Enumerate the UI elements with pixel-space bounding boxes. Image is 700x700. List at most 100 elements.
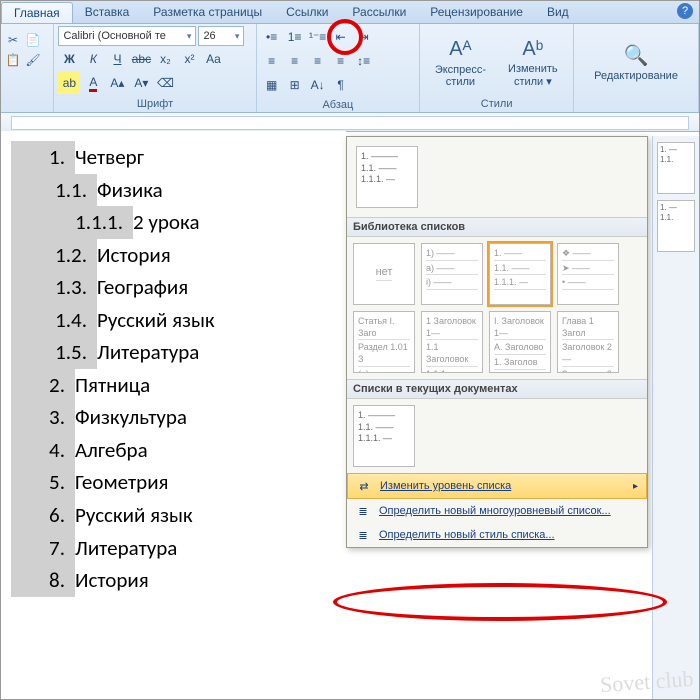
list-number: 1. (11, 141, 75, 174)
decrease-indent-button[interactable]: ⇤ (330, 26, 352, 48)
styles-gallery-icon: Aᴬ (446, 36, 474, 64)
library-thumb[interactable]: ❖ ——➤ ——• —— (557, 243, 619, 305)
align-right-button[interactable]: ≡ (307, 50, 329, 72)
tab-review[interactable]: Рецензирование (418, 2, 535, 22)
library-thumb[interactable]: 1. ——1.1. ——1.1.1. — (489, 243, 551, 305)
list-item[interactable]: 1.5.Литература (11, 336, 346, 369)
list-text: Русский язык (97, 304, 215, 337)
clear-format-button[interactable]: ⌫ (154, 72, 176, 94)
align-center-button[interactable]: ≡ (284, 50, 306, 72)
borders-button[interactable]: ⊞ (284, 74, 306, 96)
highlight-button[interactable]: ab (58, 72, 80, 94)
list-item[interactable]: 7.Литература (11, 532, 346, 565)
side-thumb-2[interactable]: 1. — 1.1. (657, 200, 695, 252)
group-editing: 🔍 Редактирование (574, 24, 699, 112)
ribbon: ✂ 📄 📋 🖌 Calibri (Основной те▾ 26▾ (1, 24, 699, 113)
library-thumb[interactable]: Глава 1 ЗаголЗаголовок 2—Заголовок 3— (557, 311, 619, 373)
tab-insert[interactable]: Вставка (73, 2, 142, 22)
tab-mailings[interactable]: Рассылки (340, 2, 418, 22)
panel-section-indoc: Списки в текущих документах (347, 379, 647, 399)
side-thumb-1[interactable]: 1. — 1.1. (657, 142, 695, 194)
shading-button[interactable]: ▦ (261, 74, 283, 96)
list-number: 4. (11, 434, 75, 467)
group-label-font: Шрифт (58, 97, 251, 112)
change-case-button[interactable]: Aa (202, 48, 224, 70)
list-number: 1.4. (11, 304, 97, 337)
superscript-button[interactable]: x² (178, 48, 200, 70)
subscript-button[interactable]: x₂ (154, 48, 176, 70)
list-item[interactable]: 6.Русский язык (11, 499, 346, 532)
list-text: Физкультура (75, 401, 187, 434)
list-item[interactable]: 5.Геометрия (11, 466, 346, 499)
list-item[interactable]: 1.Четверг (11, 141, 346, 174)
grow-font-button[interactable]: A▴ (106, 72, 128, 94)
list-number: 5. (11, 466, 75, 499)
font-name-combo[interactable]: Calibri (Основной те▾ (58, 26, 196, 46)
list-number: 1.2. (11, 239, 97, 272)
help-icon[interactable]: ? (677, 3, 693, 19)
editing-button[interactable]: 🔍 Редактирование (578, 26, 694, 97)
align-left-button[interactable]: ≡ (261, 50, 283, 72)
list-item[interactable]: 2.Пятница (11, 369, 346, 402)
menu-define-multilevel[interactable]: ≣ Определить новый многоуровневый список… (347, 499, 647, 523)
group-font: Calibri (Основной те▾ 26▾ Ж К Ч abc x₂ x… (54, 24, 256, 112)
group-label-clipboard (5, 97, 49, 112)
library-thumb[interactable]: I. Заголовок 1—A. Заголово1. Заголов (489, 311, 551, 373)
increase-indent-button[interactable]: ⇥ (353, 26, 375, 48)
font-color-button[interactable]: A (82, 72, 104, 94)
numbering-button[interactable]: 1≡ (284, 26, 306, 48)
italic-button[interactable]: К (82, 48, 104, 70)
side-pane: 1. — 1.1. 1. — 1.1. (652, 136, 699, 699)
quick-styles-button[interactable]: Aᴬ Экспресс-стили (424, 26, 496, 97)
list-item[interactable]: 8.История (11, 564, 346, 597)
format-painter-icon[interactable]: 🖌 (25, 52, 41, 68)
font-size-combo[interactable]: 26▾ (198, 26, 244, 46)
group-label-styles: Стили (424, 97, 569, 112)
list-item[interactable]: 1.3.География (11, 271, 346, 304)
font-size-value: 26 (203, 30, 215, 42)
multilevel-list-button[interactable]: ¹⁻≡ (307, 26, 329, 48)
group-label-editing (578, 97, 694, 112)
library-thumb[interactable]: 1) ——a) ——i) —— (421, 243, 483, 305)
list-text: Пятница (75, 369, 150, 402)
show-marks-button[interactable]: ¶ (330, 74, 352, 96)
group-label-paragraph: Абзац (261, 98, 416, 113)
submenu-arrow-icon: ▸ (633, 481, 638, 492)
list-item[interactable]: 4.Алгебра (11, 434, 346, 467)
library-thumb[interactable]: нет (353, 243, 415, 305)
list-item[interactable]: 1.1.Физика (11, 174, 346, 207)
tab-page-layout[interactable]: Разметка страницы (141, 2, 274, 22)
tab-references[interactable]: Ссылки (274, 2, 340, 22)
tab-home[interactable]: Главная (1, 2, 73, 23)
underline-button[interactable]: Ч (106, 48, 128, 70)
change-styles-button[interactable]: Aᵇ Изменить стили ▾ (497, 26, 569, 97)
list-item[interactable]: 1.1.1.2 урока (11, 206, 346, 239)
list-text: Четверг (75, 141, 144, 174)
tab-view[interactable]: Вид (535, 2, 581, 22)
menu-define-multi-label: Определить новый многоуровневый список..… (379, 505, 611, 517)
justify-button[interactable]: ≡ (330, 50, 352, 72)
menu-change-list-level[interactable]: ⇄ Изменить уровень списка ▸ (347, 473, 647, 499)
panel-current-list: 1. ——— 1.1. —— 1.1.1. — (347, 137, 647, 217)
current-list-thumb[interactable]: 1. ——— 1.1. —— 1.1.1. — (356, 146, 418, 208)
list-number: 6. (11, 499, 75, 532)
copy-icon[interactable]: 📄 (25, 32, 41, 48)
bold-button[interactable]: Ж (58, 48, 80, 70)
multilevel-list-panel: 1. ——— 1.1. —— 1.1.1. — Библиотека списк… (346, 136, 648, 548)
sort-button[interactable]: A↓ (307, 74, 329, 96)
library-thumb[interactable]: Статья I. ЗагоРаздел 1.01 З(a) Заголовок (353, 311, 415, 373)
list-item[interactable]: 1.4.Русский язык (11, 304, 346, 337)
menu-define-list-style[interactable]: ≣ Определить новый стиль списка... (347, 523, 647, 547)
cut-icon[interactable]: ✂ (5, 32, 21, 48)
indoc-thumb[interactable]: 1. ——— 1.1. —— 1.1.1. — (353, 405, 415, 467)
shrink-font-button[interactable]: A▾ (130, 72, 152, 94)
line-spacing-button[interactable]: ↕≡ (353, 50, 375, 72)
document-body[interactable]: 1.Четверг1.1.Физика1.1.1.2 урока1.2.Исто… (1, 131, 346, 699)
list-item[interactable]: 1.2.История (11, 239, 346, 272)
list-item[interactable]: 3.Физкультура (11, 401, 346, 434)
ruler[interactable] (1, 113, 699, 132)
strike-button[interactable]: abc (130, 48, 152, 70)
paste-icon[interactable]: 📋 (5, 52, 21, 68)
library-thumb[interactable]: 1 Заголовок 1—1.1 Заголовок1.1.1 Заголов… (421, 311, 483, 373)
bullets-button[interactable]: •≡ (261, 26, 283, 48)
